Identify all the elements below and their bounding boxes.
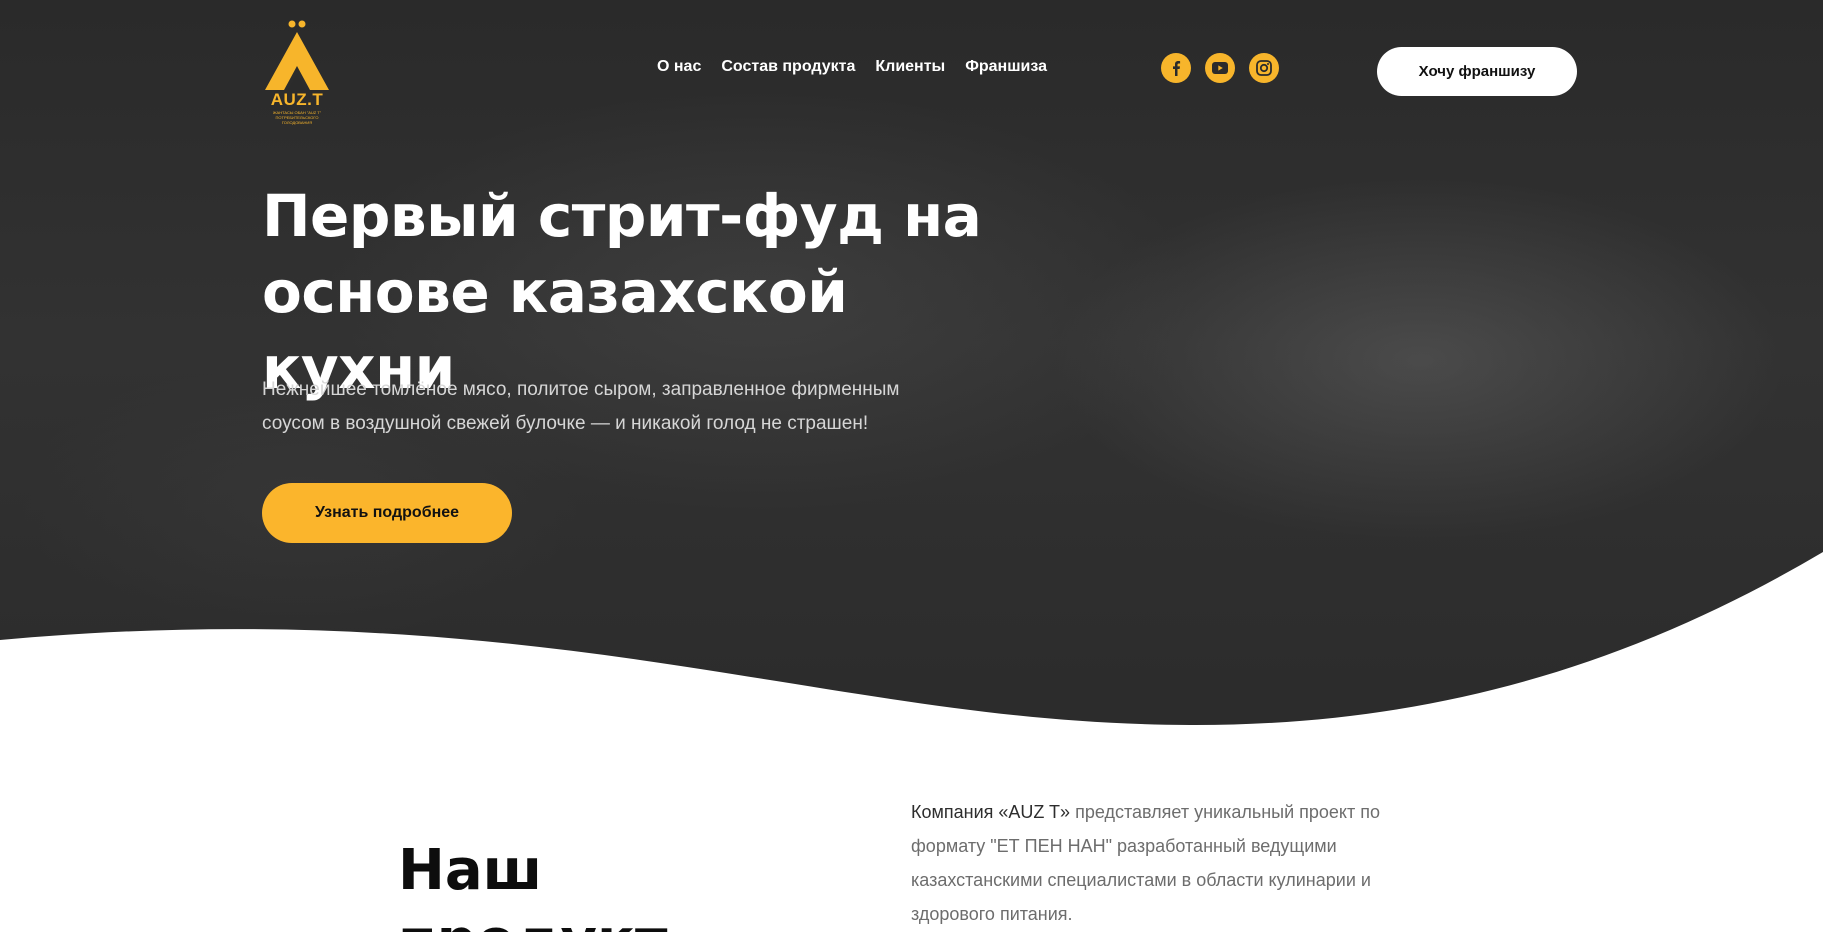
nav-item-composition[interactable]: Состав продукта [721, 58, 855, 76]
hero-desc-line2: соусом в воздушной свежей булочке — и ни… [262, 413, 869, 434]
social-links [1161, 53, 1279, 83]
youtube-icon[interactable] [1205, 53, 1235, 83]
about-text: Компания «AUZ T» представляет уникальный… [911, 795, 1411, 931]
nav-item-clients[interactable]: Клиенты [875, 58, 945, 76]
hero-desc-line1: Нежнейшее томлёное мясо, политое сыром, … [262, 379, 900, 400]
hero-title: Первый стрит-фуд на основе казахской кух… [262, 178, 1022, 406]
logo-subtext: ЖАНТАСЫ ОБАН "AUZ T" ПОТРЕБИТЕЛЬСКОГО ГО… [272, 110, 322, 125]
logo-text: AUZ.T [270, 90, 324, 109]
hero-description: Нежнейшее томлёное мясо, политое сыром, … [262, 373, 952, 441]
facebook-icon[interactable] [1161, 53, 1191, 83]
instagram-icon[interactable] [1249, 53, 1279, 83]
main-nav: О нас Состав продукта Клиенты Франшиза [657, 58, 1067, 76]
learn-more-button[interactable]: Узнать подробнее [262, 483, 512, 543]
hero-title-line1: Первый стрит-фуд на [262, 182, 982, 250]
about-company-name: Компания «AUZ T» [911, 802, 1071, 822]
nav-item-about[interactable]: О нас [657, 58, 701, 76]
section-title-product: Наш продукт [398, 838, 667, 932]
want-franchise-button[interactable]: Хочу франшизу [1377, 47, 1577, 96]
nav-item-franchise[interactable]: Франшиза [965, 58, 1047, 76]
